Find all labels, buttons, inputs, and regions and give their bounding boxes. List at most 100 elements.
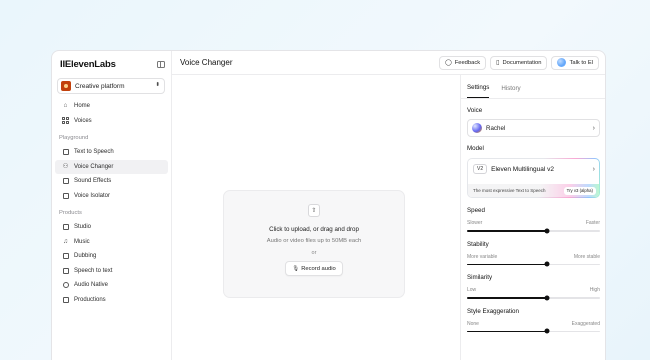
speed-max-label: Faster [585, 220, 600, 226]
sidebar-item-label: Sound Effects [74, 178, 112, 185]
model-label: Model [467, 145, 484, 152]
stability-max-label: More stable [573, 253, 600, 260]
sidebar-item-label: Productions [74, 296, 106, 303]
dropzone-title: Click to upload, or drag and drop [269, 226, 359, 233]
stability-label: Stability [467, 240, 489, 248]
sidebar-item-label: Voices [74, 117, 92, 124]
similarity-min-label: Low [467, 287, 477, 293]
model-selector[interactable]: V2 Eleven Multilingual v2 › The most exp… [467, 158, 600, 198]
similarity-max-label: High [589, 287, 600, 293]
sidebar-item-sound-effects[interactable]: Sound Effects [55, 174, 168, 189]
text-to-speech-icon [62, 149, 69, 156]
section-label-products: Products [59, 209, 82, 216]
sidebar: IIElevenLabs Creative platform ⬍ ⌂ Home … [52, 51, 172, 360]
sidebar-item-music[interactable]: ♫ Music [55, 235, 168, 250]
speed-slider-group: Speed Slower Faster [467, 207, 600, 234]
book-icon: ▯ [496, 60, 500, 66]
app-window: IIElevenLabs Creative platform ⬍ ⌂ Home … [51, 50, 606, 360]
style-exaggeration-slider[interactable] [467, 328, 600, 334]
sidebar-item-speech-to-text[interactable]: Speech to text [55, 264, 168, 279]
try-v3-button[interactable]: Try v3 (alpha) [563, 186, 596, 195]
tab-settings[interactable]: Settings [467, 84, 490, 98]
similarity-slider-group: Similarity Low High [467, 274, 600, 301]
sidebar-item-label: Text to Speech [74, 149, 114, 156]
content: ⇧ Click to upload, or drag and drop Audi… [172, 75, 605, 360]
sidebar-collapse-icon[interactable] [157, 60, 165, 68]
workspace-selector[interactable]: Creative platform ⬍ [57, 78, 165, 94]
documentation-button[interactable]: ▯ Documentation [490, 55, 548, 70]
sidebar-item-voice-isolator[interactable]: Voice Isolator [55, 189, 168, 204]
upload-file-icon: ⇧ [308, 204, 320, 217]
voice-selector[interactable]: Rachel › [467, 119, 600, 137]
voice-isolator-icon [62, 192, 69, 199]
speed-slider[interactable] [467, 228, 600, 234]
microphone-icon: 🎙 [292, 265, 300, 272]
talk-to-el-button[interactable]: Talk to El [551, 55, 599, 70]
speed-min-label: Slower [467, 220, 483, 226]
slider-fill [467, 230, 547, 232]
voice-avatar [472, 123, 482, 133]
slider-fill [467, 297, 547, 299]
sidebar-item-voices[interactable]: Voices [55, 114, 168, 129]
dropzone-or: or [311, 250, 317, 256]
style-exaggeration-max-label: Exaggerated [571, 320, 600, 327]
sidebar-item-label: Dubbing [74, 253, 97, 260]
page-title: Voice Changer [180, 58, 233, 67]
main-area: Voice Changer ◯ Feedback ▯ Documentation… [172, 51, 605, 360]
dubbing-icon [62, 253, 69, 260]
sidebar-item-label: Speech to text [74, 267, 113, 274]
model-name: Eleven Multilingual v2 [491, 165, 554, 173]
file-dropzone[interactable]: ⇧ Click to upload, or drag and drop Audi… [223, 190, 405, 298]
slider-thumb[interactable] [544, 228, 550, 234]
music-icon: ♫ [63, 237, 68, 245]
logo[interactable]: IIElevenLabs [60, 59, 116, 70]
style-exaggeration-slider-group: Style Exaggeration None Exaggerated [467, 307, 600, 334]
sidebar-item-home[interactable]: ⌂ Home [55, 99, 168, 114]
documentation-label: Documentation [502, 59, 542, 66]
sidebar-item-label: Music [74, 238, 90, 245]
feedback-label: Feedback [454, 59, 481, 66]
chevron-right-icon: › [592, 165, 595, 173]
talk-label: Talk to El [569, 59, 593, 66]
sidebar-item-voice-changer[interactable]: ⚇ Voice Changer [55, 159, 168, 174]
stability-slider-group: Stability More variable More stable [467, 240, 600, 267]
chevron-right-icon: › [592, 124, 595, 132]
sidebar-item-label: Voice Isolator [74, 192, 111, 199]
logo-row: IIElevenLabs [52, 52, 171, 76]
top-bar: Voice Changer ◯ Feedback ▯ Documentation… [172, 51, 605, 75]
sidebar-item-text-to-speech[interactable]: Text to Speech [55, 145, 168, 160]
slider-thumb[interactable] [544, 328, 550, 334]
agent-avatar-icon [557, 58, 567, 67]
record-audio-label: Record audio [301, 265, 336, 272]
sidebar-item-label: Voice Changer [74, 163, 114, 170]
similarity-slider[interactable] [467, 295, 600, 301]
sidebar-item-productions[interactable]: Productions [55, 293, 168, 308]
slider-thumb[interactable] [544, 295, 550, 301]
voice-name: Rachel [486, 124, 506, 132]
sound-effects-icon [62, 178, 69, 185]
sidebar-item-dubbing[interactable]: Dubbing [55, 249, 168, 264]
feedback-button[interactable]: ◯ Feedback [438, 55, 487, 70]
tab-history[interactable]: History [501, 85, 520, 98]
section-label-playground: Playground [59, 134, 89, 141]
sidebar-item-audio-native[interactable]: Audio Native [55, 278, 168, 293]
studio-icon [62, 224, 69, 231]
upload-area: ⇧ Click to upload, or drag and drop Audi… [172, 75, 461, 360]
workspace-label: Creative platform [75, 82, 125, 90]
home-icon: ⌂ [63, 102, 68, 109]
productions-icon [62, 296, 69, 303]
settings-tabs: Settings History [461, 75, 605, 99]
similarity-label: Similarity [467, 274, 493, 281]
stability-slider[interactable] [467, 261, 600, 267]
chevron-updown-icon: ⬍ [155, 82, 160, 89]
slider-fill [467, 263, 547, 265]
sidebar-item-label: Audio Native [74, 282, 109, 289]
sidebar-item-studio[interactable]: Studio [55, 220, 168, 235]
model-version-badge: V2 [473, 164, 488, 174]
voices-icon [62, 117, 69, 125]
slider-thumb[interactable] [544, 261, 550, 267]
speech-to-text-icon [62, 267, 69, 274]
stability-min-label: More variable [467, 253, 498, 260]
style-exaggeration-label: Style Exaggeration [467, 307, 519, 315]
record-audio-button[interactable]: 🎙 Record audio [285, 261, 343, 276]
